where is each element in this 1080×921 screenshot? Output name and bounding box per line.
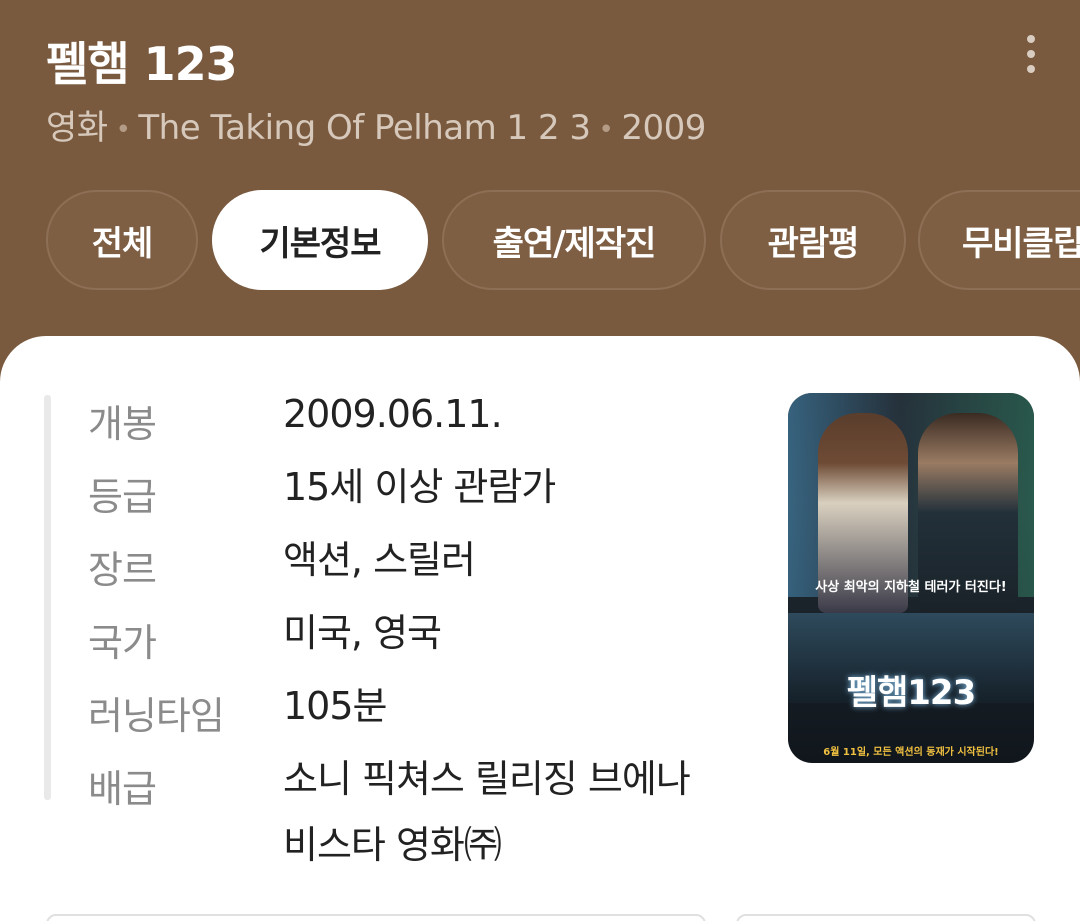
info-value: 15세 이상 관람가 bbox=[283, 465, 556, 509]
tab-reviews[interactable]: 관람평 bbox=[720, 190, 906, 290]
info-value: 105분 bbox=[283, 684, 388, 728]
tab-movie-clips[interactable]: 무비클립 bbox=[918, 190, 1080, 290]
info-value: 미국, 영국 bbox=[283, 611, 442, 655]
info-accent-bar bbox=[44, 395, 51, 800]
tab-cast-crew[interactable]: 출연/제작진 bbox=[442, 190, 706, 290]
info-value: 액션, 스릴러 bbox=[283, 538, 476, 582]
poster-tagline: 사상 최악의 지하철 테러가 터진다! bbox=[815, 580, 1007, 595]
tab-bar: 전체 기본정보 출연/제작진 관람평 무비클립 bbox=[46, 190, 1080, 290]
page-title: 펠햄 123 bbox=[46, 37, 238, 91]
poster-title: 펠햄123 bbox=[846, 673, 977, 713]
info-label: 개봉 bbox=[88, 402, 157, 446]
subtitle-year: 2009 bbox=[621, 108, 706, 148]
info-value: 소니 픽쳐스 릴리징 브에나 비스타 영화㈜ bbox=[283, 757, 691, 867]
separator-dot-icon: • bbox=[598, 114, 614, 145]
info-value: 2009.06.11. bbox=[283, 392, 503, 436]
info-label: 등급 bbox=[88, 475, 157, 519]
poster-bottom-text: 6월 11일, 모든 액션의 동재가 시작된다! bbox=[823, 747, 999, 758]
tab-all[interactable]: 전체 bbox=[46, 190, 198, 290]
subtitle-original-title: The Taking Of Pelham 1 2 3 bbox=[138, 108, 591, 148]
info-label: 장르 bbox=[88, 548, 157, 592]
more-vertical-icon[interactable] bbox=[1010, 30, 1052, 78]
info-label: 국가 bbox=[88, 621, 157, 665]
info-label: 러닝타임 bbox=[88, 694, 225, 738]
movie-subtitle: 영화 • The Taking Of Pelham 1 2 3 • 2009 bbox=[46, 100, 706, 149]
separator-dot-icon: • bbox=[115, 114, 131, 145]
subtitle-category: 영화 bbox=[46, 108, 108, 148]
tab-basic-info[interactable]: 기본정보 bbox=[212, 190, 428, 290]
movie-poster[interactable]: 사상 최악의 지하철 테러가 터진다! 펠햄123 6월 11일, 모든 액션의… bbox=[788, 393, 1034, 763]
header: 펠햄 123 영화 • The Taking Of Pelham 1 2 3 • 200… bbox=[0, 0, 1080, 340]
next-card-left bbox=[46, 914, 706, 921]
info-label: 배급 bbox=[88, 767, 157, 811]
next-card-right bbox=[736, 914, 1036, 921]
